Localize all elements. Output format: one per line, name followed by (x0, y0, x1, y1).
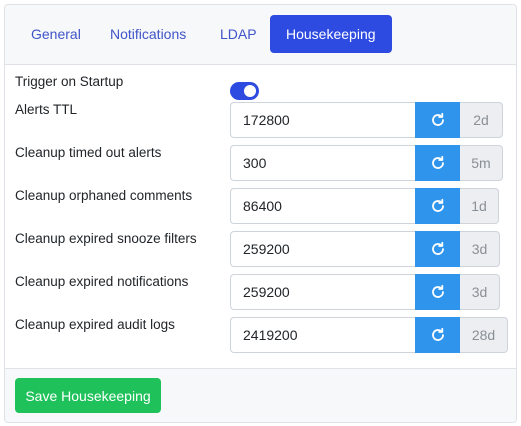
setting-row-timed-out-alerts: Cleanup timed out alerts 5m (5, 145, 516, 183)
snooze-filters-reset-button[interactable] (415, 231, 460, 267)
card-footer: Save Housekeeping (5, 368, 516, 422)
alerts-ttl-unit: 2d (460, 102, 503, 138)
audit-logs-unit: 28d (460, 317, 508, 353)
alerts-ttl-reset-button[interactable] (415, 102, 460, 138)
tab-general[interactable]: General (17, 15, 95, 53)
toggle-knob (244, 85, 256, 97)
setting-label: Cleanup expired notifications (15, 274, 189, 289)
refresh-icon (431, 241, 444, 255)
audit-logs-input[interactable] (230, 317, 416, 353)
setting-label: Cleanup expired snooze filters (15, 231, 197, 246)
housekeeping-form: Trigger on Startup Alerts TTL 2d Cleanup… (5, 66, 516, 368)
timed-out-alerts-reset-button[interactable] (415, 145, 460, 181)
snooze-filters-input[interactable] (230, 231, 416, 267)
orphaned-comments-input[interactable] (230, 188, 416, 224)
refresh-icon (431, 284, 444, 298)
setting-row-alerts-ttl: Alerts TTL 2d (5, 102, 516, 140)
trigger-on-startup-label: Trigger on Startup (15, 74, 124, 89)
setting-label: Cleanup orphaned comments (15, 188, 193, 203)
refresh-icon (431, 155, 444, 169)
tab-housekeeping[interactable]: Housekeeping (270, 15, 392, 53)
snooze-filters-unit: 3d (460, 231, 500, 267)
settings-card: General Notifications LDAP Housekeeping … (4, 4, 517, 423)
timed-out-alerts-unit: 5m (460, 145, 503, 181)
expired-notifications-unit: 3d (460, 274, 500, 310)
alerts-ttl-input[interactable] (230, 102, 416, 138)
audit-logs-reset-button[interactable] (415, 317, 460, 353)
setting-row-orphaned-comments: Cleanup orphaned comments 1d (5, 188, 516, 226)
setting-label: Cleanup expired audit logs (15, 317, 175, 332)
tab-ldap[interactable]: LDAP (206, 15, 271, 53)
setting-label: Cleanup timed out alerts (15, 145, 162, 160)
tab-notifications[interactable]: Notifications (96, 15, 200, 53)
trigger-on-startup-toggle[interactable] (230, 82, 259, 100)
refresh-icon (431, 327, 444, 341)
setting-label: Alerts TTL (15, 102, 78, 117)
setting-row-expired-notifications: Cleanup expired notifications 3d (5, 274, 516, 312)
expired-notifications-reset-button[interactable] (415, 274, 460, 310)
card-header: General Notifications LDAP Housekeeping (5, 5, 516, 65)
setting-row-snooze-filters: Cleanup expired snooze filters 3d (5, 231, 516, 269)
save-housekeeping-button[interactable]: Save Housekeeping (15, 378, 161, 413)
refresh-icon (431, 198, 444, 212)
timed-out-alerts-input[interactable] (230, 145, 416, 181)
setting-row-audit-logs: Cleanup expired audit logs 28d (5, 317, 516, 355)
refresh-icon (431, 112, 444, 126)
orphaned-comments-unit: 1d (460, 188, 499, 224)
orphaned-comments-reset-button[interactable] (415, 188, 460, 224)
expired-notifications-input[interactable] (230, 274, 416, 310)
